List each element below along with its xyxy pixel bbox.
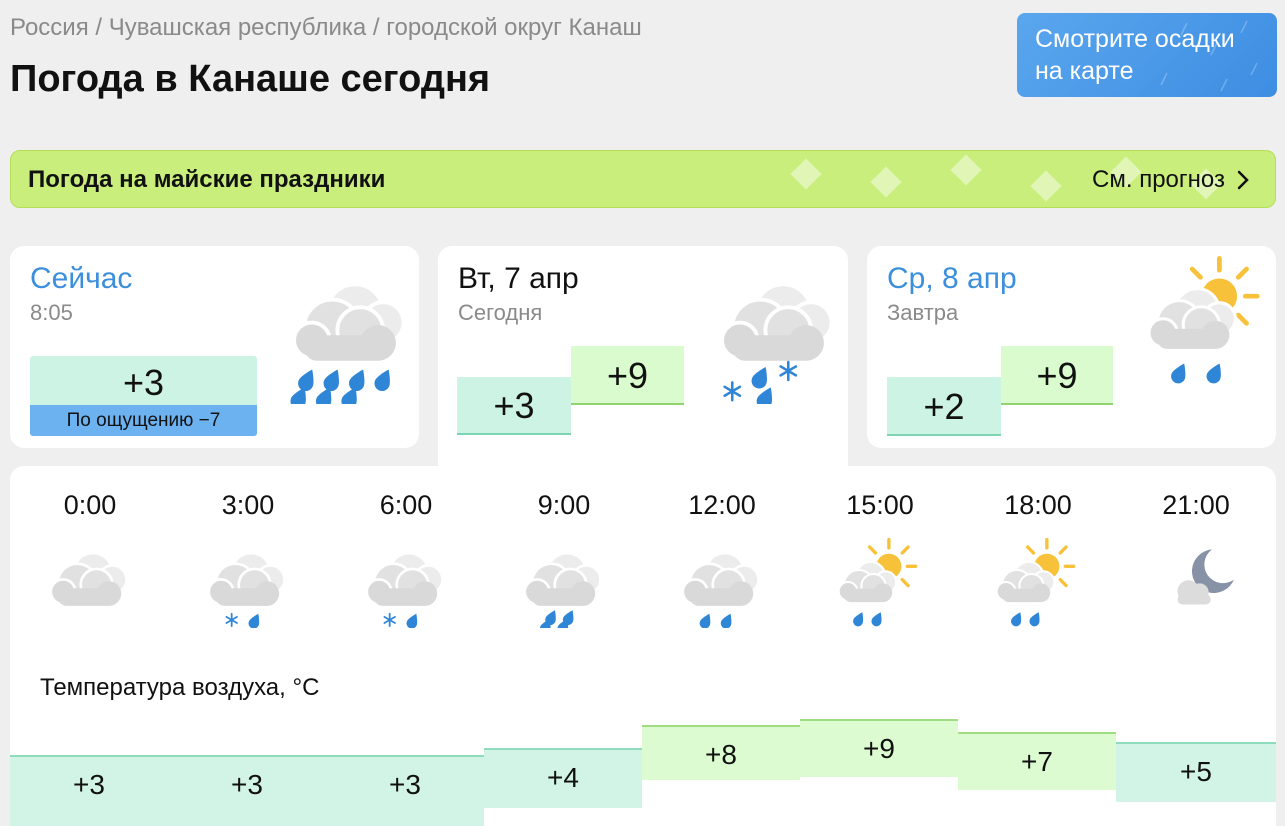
- cloud-snow-rain-icon: [720, 282, 834, 404]
- hour-temp: +3: [389, 769, 421, 800]
- hour-label: 18:00: [1004, 490, 1072, 520]
- hour-temp-bar: +7: [958, 732, 1116, 790]
- now-time: 8:05: [30, 300, 73, 325]
- cloud-snow-rain-icon: [207, 551, 286, 628]
- hour-temp-bar: +8: [642, 725, 800, 780]
- air-temperature-label: Температура воздуха, °C: [40, 674, 320, 701]
- today-max-temp: +9: [571, 346, 684, 405]
- hour-temp-bar: +4: [484, 748, 642, 808]
- sun-cloud-rain-icon: [1147, 256, 1269, 386]
- today-sub: Сегодня: [458, 300, 543, 325]
- feels-like: По ощущению −7: [30, 405, 257, 436]
- hour-temp: +4: [547, 762, 579, 793]
- cloud-rain-icon: [523, 551, 602, 628]
- tomorrow-title: Ср, 8 апр: [887, 262, 1017, 295]
- tomorrow-card[interactable]: Ср, 8 апр Завтра +2 +9: [867, 246, 1276, 448]
- today-min-temp: +3: [457, 377, 571, 435]
- current-temp-box: +3 По ощущению −7: [30, 356, 257, 436]
- hour-temp: +8: [705, 739, 737, 770]
- today-title: Вт, 7 апр: [458, 262, 579, 295]
- moon-cloud-icon: [1177, 549, 1234, 605]
- see-forecast-link[interactable]: См. прогноз: [1092, 166, 1225, 194]
- hour-label: 3:00: [221, 490, 275, 520]
- current-temp: +3: [122, 362, 165, 403]
- sun-cloud-rain-icon: [837, 538, 918, 628]
- hourly-forecast: 0:00 3:00 6:00 9:00 12:00 15:00 18:00 21…: [10, 466, 1276, 826]
- hour-temp: +9: [863, 733, 895, 764]
- tomorrow-sub: Завтра: [887, 300, 959, 325]
- banner-title: Погода на майские праздники: [28, 166, 386, 193]
- hour-label: 21:00: [1162, 490, 1230, 520]
- chevron-right-icon: [1237, 170, 1249, 190]
- hour-label: 6:00: [379, 490, 433, 520]
- hour-temp: +5: [1180, 756, 1212, 787]
- cloud-rain-icon: [681, 551, 760, 628]
- may-holidays-banner[interactable]: Погода на майские праздники См. прогноз: [10, 150, 1276, 208]
- current-weather-card[interactable]: Сейчас 8:05 +3 По ощущению −7: [10, 246, 419, 448]
- breadcrumb[interactable]: Россия / Чувашская республика / городско…: [10, 14, 642, 42]
- hour-temp: +7: [1021, 746, 1053, 777]
- hour-label: 0:00: [63, 490, 117, 520]
- hour-temp-bar: +3: [326, 755, 484, 826]
- cloud-rain-icon: [287, 282, 406, 404]
- hour-temp: +3: [73, 769, 105, 800]
- hour-temp-bar: +5: [1116, 742, 1276, 802]
- today-card[interactable]: Вт, 7 апр Сегодня +3 +9: [438, 246, 848, 468]
- hour-temp: +3: [231, 769, 263, 800]
- hour-temp-bar: +3: [168, 755, 326, 826]
- precipitation-map-button[interactable]: Смотрите осадки на карте: [1017, 13, 1277, 97]
- cloud-snow-rain-icon: [365, 551, 444, 628]
- cloud-icon: [49, 551, 128, 608]
- hour-label: 9:00: [537, 490, 591, 520]
- sun-cloud-rain-icon: [995, 538, 1076, 628]
- hour-temp-bar: +3: [10, 755, 168, 826]
- hour-label: 15:00: [846, 490, 914, 520]
- hour-label: 12:00: [688, 490, 756, 520]
- tomorrow-min-temp: +2: [887, 377, 1001, 436]
- page-title: Погода в Канаше сегодня: [10, 58, 491, 100]
- now-title: Сейчас: [30, 262, 133, 295]
- hour-temp-bar: +9: [800, 719, 958, 777]
- tomorrow-max-temp: +9: [1001, 346, 1113, 405]
